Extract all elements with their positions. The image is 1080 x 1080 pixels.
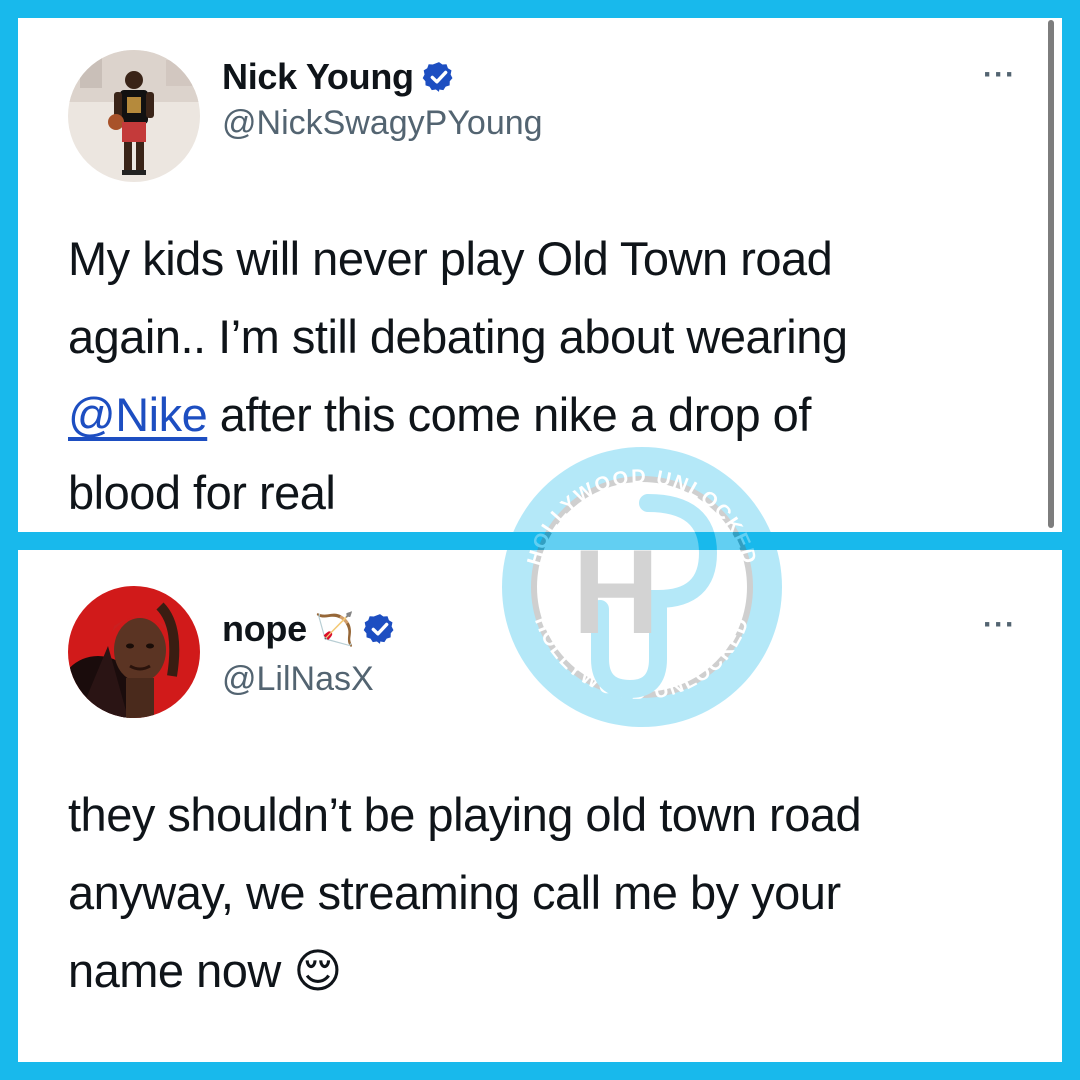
tweet-line: anyway, we streaming call me by your — [68, 854, 1028, 932]
tweet-text-segment: again.. I’m still debating about wearing — [68, 310, 848, 363]
verified-badge-icon — [363, 614, 394, 644]
tweet-line: @Nike after this come nike a drop of — [68, 376, 1028, 454]
tweet-line: blood for real — [68, 454, 1028, 532]
handle[interactable]: @NickSwagyPYoung — [222, 104, 543, 143]
avatar-lil-nas-x[interactable] — [68, 586, 200, 718]
tweet-line: My kids will never play Old Town road — [68, 220, 1028, 298]
tweet-line: name now 😌 — [68, 932, 1028, 1010]
tweet-text: they shouldn’t be playing old town road … — [68, 776, 1028, 1010]
tweet-text-segment: anyway, we streaming call me by your — [68, 866, 841, 919]
avatar-image — [68, 586, 200, 718]
tweet-text: My kids will never play Old Town road ag… — [68, 220, 1028, 532]
display-name[interactable]: Nick Young — [222, 56, 414, 98]
verified-badge-icon — [422, 62, 453, 92]
bow-and-arrow-icon: 🏹 — [314, 611, 355, 647]
tweet-text-segment: My kids will never play Old Town road — [68, 232, 833, 285]
more-options-icon[interactable]: ··· — [983, 608, 1016, 642]
tweet-card-nick-young: Nick Young @NickSwagyPYoung ··· My kids … — [18, 18, 1062, 532]
scrollbar[interactable] — [1048, 20, 1054, 528]
tweet-text-segment: name now — [68, 944, 294, 997]
avatar-image — [68, 50, 200, 182]
relieved-face-icon: 😌 — [293, 944, 342, 997]
tweet-line: again.. I’m still debating about wearing — [68, 298, 1028, 376]
tweet-card-lil-nas-x: nope 🏹 @LilNasX ··· they shouldn’t be pl… — [18, 550, 1062, 1062]
more-options-icon[interactable]: ··· — [983, 58, 1016, 92]
tweet-text-segment: they shouldn’t be playing old town road — [68, 788, 862, 841]
mention-link-nike[interactable]: @Nike — [68, 388, 208, 441]
name-row: nope 🏹 — [222, 608, 397, 650]
handle[interactable]: @LilNasX — [222, 660, 374, 699]
tweet-line: they shouldn’t be playing old town road — [68, 776, 1028, 854]
tweet-text-segment: blood for real — [68, 466, 336, 519]
tweet-text-segment: after this come nike a drop of — [207, 388, 812, 441]
display-name[interactable]: nope — [222, 608, 307, 650]
avatar-nick-young[interactable] — [68, 50, 200, 182]
name-row: Nick Young — [222, 56, 456, 98]
